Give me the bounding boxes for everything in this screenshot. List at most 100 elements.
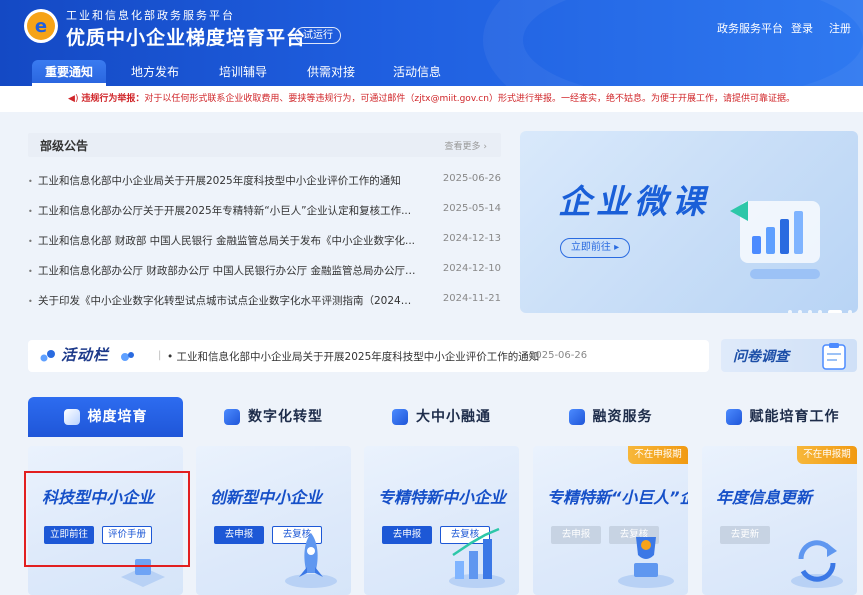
announcement-date: 2024-12-10	[442, 263, 501, 274]
card-title: 年度信息更新	[716, 488, 813, 507]
announcement-date: 2024-11-21	[442, 293, 501, 304]
divider: |	[158, 350, 162, 361]
card-title: 科技型中小企业	[42, 488, 155, 507]
apply-button[interactable]: 去申报	[214, 526, 264, 544]
announcement-date: 2025-05-14	[442, 203, 501, 214]
activity-date: 2025-06-26	[529, 350, 588, 361]
announcement-item[interactable]: • 工业和信息化部办公厅关于开展2025年专精特新“小巨人”企业认定和复核工作.…	[28, 203, 501, 223]
carousel-dot[interactable]	[788, 310, 792, 313]
announcement-date: 2024-12-13	[442, 233, 501, 244]
announcement-text[interactable]: 工业和信息化部办公厅关于开展2025年专精特新“小巨人”企业认定和复核工作...	[38, 203, 418, 218]
go-now-button[interactable]: 立即前往	[44, 526, 94, 544]
chevron-right-icon: ›	[483, 142, 487, 152]
site-logo-icon[interactable]: e	[24, 9, 58, 43]
nav-tab-training[interactable]: 培训辅导	[206, 60, 280, 86]
notice-text: 对于以任何形式联系企业收取费用、要挟等违规行为，可通过邮件（zjtx@miit.…	[144, 94, 795, 104]
bullet-icon: •	[167, 351, 177, 363]
notice-prefix: 违规行为举报：	[81, 94, 145, 104]
bookmark-icon	[725, 409, 742, 425]
announcement-item[interactable]: • 工业和信息化部办公厅 财政部办公厅 中国人民银行办公厅 金融监管总局办公厅 …	[28, 263, 501, 283]
megaphone-icon: ◀)	[68, 94, 79, 104]
category-tab-financing[interactable]: 融资服务	[533, 397, 688, 437]
nav-tab-local[interactable]: 地方发布	[120, 60, 190, 86]
card-title: 专精特新中小企业	[378, 488, 507, 507]
gov-service-link[interactable]: 政务服务平台	[717, 20, 783, 36]
card-specialized-sme[interactable]: 专精特新中小企业 去申报 去复核	[364, 446, 519, 595]
beta-badge: 试运行	[295, 27, 341, 44]
card-title: 专精特新“小巨人”企业	[547, 488, 688, 507]
nav-tab-notices[interactable]: 重要通知	[32, 60, 106, 86]
banner-go-button[interactable]: 立即前往 ▸	[560, 238, 630, 258]
survey-label: 问卷调查	[733, 349, 789, 365]
announcement-text[interactable]: 工业和信息化部办公厅 财政部办公厅 中国人民银行办公厅 金融监管总局办公厅 ..…	[38, 263, 418, 278]
carousel-dots	[788, 299, 858, 313]
announcement-item[interactable]: • 工业和信息化部中小企业局关于开展2025年度科技型中小企业评价工作的通知 2…	[28, 173, 501, 193]
activity-item[interactable]: • 工业和信息化部中小企业局关于开展2025年度科技型中小企业评价工作的通知	[167, 349, 539, 364]
card-annual-update[interactable]: 不在申报期 年度信息更新 去更新	[702, 446, 857, 595]
evaluation-manual-button[interactable]: 评价手册	[102, 526, 152, 544]
activity-label: 活动栏	[61, 346, 110, 364]
carousel-dot[interactable]	[848, 310, 852, 313]
rocket-icon	[285, 533, 337, 588]
card-little-giant[interactable]: 不在申报期 专精特新“小巨人”企业 去申报 去复核	[533, 446, 688, 595]
nav-tab-supply-demand[interactable]: 供需对接	[294, 60, 368, 86]
view-more-link[interactable]: 查看更多 ›	[445, 139, 488, 152]
status-badge: 不在申报期	[797, 446, 857, 464]
announcement-text[interactable]: 工业和信息化部 财政部 中国人民银行 金融监管总局关于发布《中小企业数字化...	[38, 233, 418, 248]
coin-icon	[568, 409, 585, 425]
announcement-item[interactable]: • 工业和信息化部 财政部 中国人民银行 金融监管总局关于发布《中小企业数字化.…	[28, 233, 501, 253]
category-tab-empowerment[interactable]: 赋能培育工作	[702, 397, 863, 437]
report-notice: ◀) 违规行为举报：对于以任何形式联系企业收取费用、要挟等违规行为，可通过邮件（…	[0, 86, 863, 112]
shield-icon	[63, 409, 80, 425]
bullet-icon: •	[28, 297, 33, 306]
announcement-panel: 部级公告 查看更多 › • 工业和信息化部中小企业局关于开展2025年度科技型中…	[28, 133, 501, 313]
clipboard-icon	[822, 343, 846, 370]
announcement-title: 部级公告	[40, 139, 89, 153]
svg-text:e: e	[35, 16, 47, 37]
bullet-icon: •	[28, 267, 33, 276]
platform-icon	[121, 559, 165, 587]
sparkle-icon	[40, 350, 55, 362]
digital-icon	[224, 409, 240, 425]
org-name: 工业和信息化部政务服务平台	[66, 9, 235, 22]
apply-button[interactable]: 去申报	[382, 526, 432, 544]
carousel-dot-active[interactable]	[828, 310, 842, 313]
bullet-icon: •	[28, 237, 33, 246]
status-badge: 不在申报期	[628, 446, 688, 464]
main-nav: 重要通知 地方发布 培训辅导 供需对接 活动信息	[0, 60, 863, 86]
network-icon	[392, 409, 408, 425]
apply-button[interactable]: 去申报	[551, 526, 601, 544]
announcement-header: 部级公告 查看更多 ›	[28, 133, 501, 157]
login-link[interactable]: 登录	[791, 20, 813, 36]
announcement-text[interactable]: 关于印发《中小企业数字化转型试点城市试点企业数字化水平评测指南（2024年...	[38, 293, 418, 308]
site-title[interactable]: 优质中小企业梯度培育平台	[66, 23, 306, 50]
announcement-item[interactable]: • 关于印发《中小企业数字化转型试点城市试点企业数字化水平评测指南（2024年.…	[28, 293, 501, 313]
card-title: 创新型中小企业	[210, 488, 323, 507]
growth-chart-icon	[449, 527, 505, 588]
sparkle-icon	[121, 352, 134, 361]
bullet-icon: •	[28, 177, 33, 186]
announcement-text[interactable]: 工业和信息化部中小企业局关于开展2025年度科技型中小企业评价工作的通知	[38, 173, 418, 188]
nav-tab-activities[interactable]: 活动信息	[380, 60, 454, 86]
activity-bar: 活动栏 | • 工业和信息化部中小企业局关于开展2025年度科技型中小企业评价工…	[28, 340, 709, 372]
carousel-dot[interactable]	[798, 310, 802, 313]
register-link[interactable]: 注册	[829, 20, 851, 36]
category-tab-integration[interactable]: 大中小融通	[364, 397, 519, 437]
card-innovative-sme[interactable]: 创新型中小企业 去申报 去复核	[196, 446, 351, 595]
carousel-dot[interactable]	[808, 310, 812, 313]
update-button[interactable]: 去更新	[720, 526, 770, 544]
chart-board-icon	[730, 201, 820, 279]
activity-text[interactable]: 工业和信息化部中小企业局关于开展2025年度科技型中小企业评价工作的通知	[177, 351, 540, 363]
carousel-dot[interactable]	[818, 310, 822, 313]
announcement-date: 2025-06-26	[442, 173, 501, 184]
card-tech-sme[interactable]: 科技型中小企业 立即前往 评价手册	[28, 446, 183, 595]
banner-title: 企业微课	[558, 182, 710, 221]
survey-entry[interactable]: 问卷调查	[721, 339, 857, 372]
bullet-icon: •	[28, 207, 33, 216]
trophy-icon	[618, 537, 674, 588]
refresh-icon	[791, 540, 843, 588]
micro-course-banner[interactable]: 企业微课 立即前往 ▸	[520, 131, 858, 313]
category-tab-digital-transformation[interactable]: 数字化转型	[196, 397, 351, 437]
category-tab-gradient-cultivation[interactable]: 梯度培育	[28, 397, 183, 437]
site-header: e 工业和信息化部政务服务平台 优质中小企业梯度培育平台 试运行 政务服务平台 …	[0, 0, 863, 86]
